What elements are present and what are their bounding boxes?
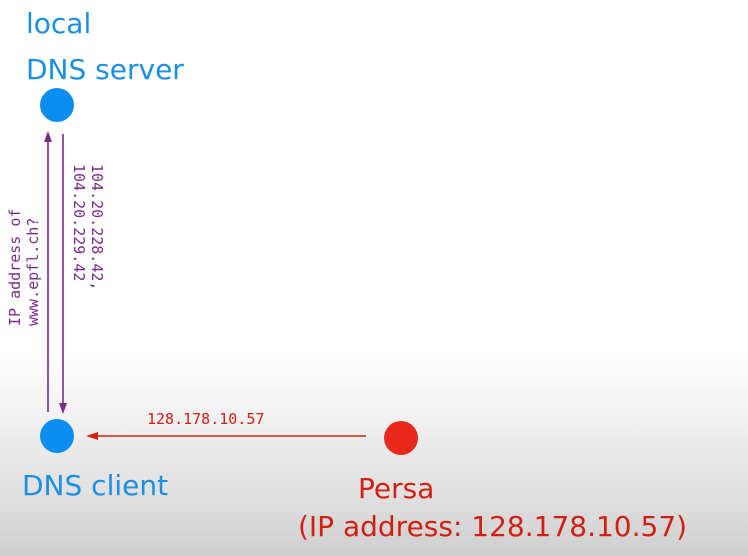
query-line1: IP address of [6, 208, 24, 326]
response-arrowhead [59, 403, 67, 414]
query-text: IP address of www.epfl.ch? [6, 209, 42, 326]
spoof-arrowhead [86, 432, 98, 440]
arrows [44, 131, 366, 440]
response-text: 104.20.228.42, 104.20.229.42 [70, 164, 106, 290]
query-arrowhead [44, 131, 52, 142]
query-line2: www.epfl.ch? [24, 217, 42, 326]
response-line2: 104.20.229.42 [70, 164, 88, 282]
spoof-label: 128.178.10.57 [147, 410, 265, 428]
response-line1: 104.20.228.42, [88, 164, 106, 291]
